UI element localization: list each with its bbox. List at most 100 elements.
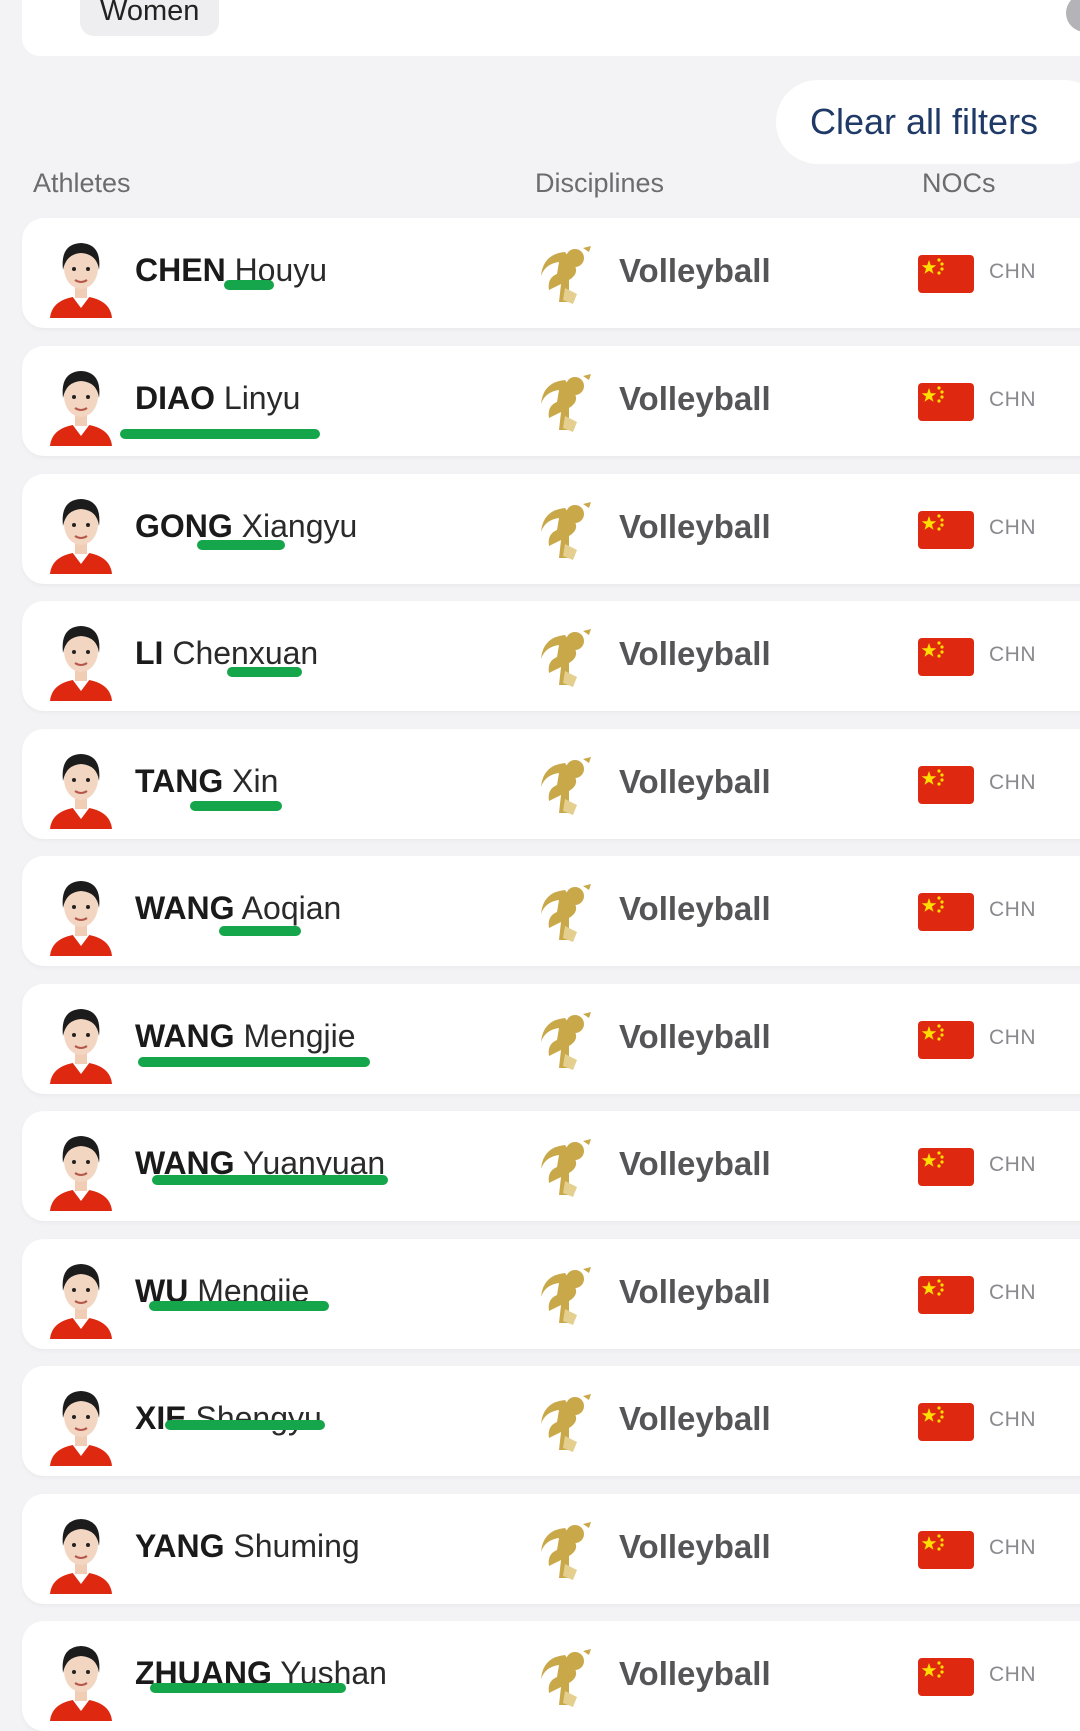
- noc-code: CHN: [989, 1026, 1036, 1049]
- discipline-label: Volleyball: [619, 508, 771, 545]
- noc-code: CHN: [989, 1536, 1036, 1559]
- athlete-surname: DIAO: [135, 380, 215, 416]
- athlete-given-name: Mengjie: [243, 1018, 356, 1054]
- noc-code: CHN: [989, 1281, 1036, 1304]
- china-flag-icon: [918, 893, 974, 931]
- volleyball-discipline-icon: [535, 1392, 595, 1456]
- athlete-row[interactable]: XIE Shengyu Volleyball CHN: [22, 1366, 1080, 1476]
- athlete-photo-avatar: [44, 1253, 118, 1339]
- athlete-name[interactable]: WANG Mengjie: [135, 1018, 356, 1055]
- athlete-name[interactable]: YANG Shuming: [135, 1528, 360, 1565]
- clear-all-filters-button[interactable]: Clear all filters: [776, 80, 1080, 164]
- athlete-surname: WANG: [135, 890, 235, 926]
- remove-filter-close-icon[interactable]: ✕: [1066, 0, 1080, 32]
- athlete-row[interactable]: GONG Xiangyu Volleyball CHN: [22, 474, 1080, 584]
- athlete-photo-avatar: [44, 998, 118, 1084]
- athlete-row[interactable]: DIAO Linyu Volleyball CHN: [22, 346, 1080, 456]
- athlete-surname: TANG: [135, 763, 224, 799]
- volleyball-discipline-icon: [535, 755, 595, 819]
- athlete-surname: GONG: [135, 508, 233, 544]
- column-header-athletes[interactable]: Athletes: [33, 168, 131, 199]
- athlete-photo-avatar: [44, 1635, 118, 1721]
- china-flag-icon: [918, 1021, 974, 1059]
- athlete-row[interactable]: LI Chenxuan Volleyball CHN: [22, 601, 1080, 711]
- green-underline-annotation: [190, 801, 282, 811]
- volleyball-discipline-icon: [535, 244, 595, 308]
- athlete-row[interactable]: WANG Yuanyuan Volleyball CHN: [22, 1111, 1080, 1221]
- discipline-label: Volleyball: [619, 1655, 771, 1692]
- athlete-row[interactable]: YANG Shuming Volleyball CHN: [22, 1494, 1080, 1604]
- athlete-photo-avatar: [44, 488, 118, 574]
- column-header-nocs[interactable]: NOCs: [922, 168, 996, 199]
- china-flag-icon: [918, 1148, 974, 1186]
- volleyball-discipline-icon: [535, 1647, 595, 1711]
- discipline-label: Volleyball: [619, 1400, 771, 1437]
- athlete-row[interactable]: WANG Mengjie Volleyball CHN: [22, 984, 1080, 1094]
- athlete-surname: WANG: [135, 1018, 235, 1054]
- athlete-surname: XIE: [135, 1400, 187, 1436]
- athlete-photo-avatar: [44, 360, 118, 446]
- athlete-photo-avatar: [44, 232, 118, 318]
- noc-code: CHN: [989, 516, 1036, 539]
- volleyball-discipline-icon: [535, 1010, 595, 1074]
- volleyball-discipline-icon: [535, 372, 595, 436]
- china-flag-icon: [918, 383, 974, 421]
- athlete-name[interactable]: WANG Aoqian: [135, 890, 341, 927]
- green-underline-annotation: [219, 926, 301, 936]
- green-underline-annotation: [227, 667, 302, 677]
- china-flag-icon: [918, 255, 974, 293]
- athlete-surname: CHEN: [135, 252, 226, 288]
- athlete-row[interactable]: CHEN Houyu Volleyball CHN: [22, 218, 1080, 328]
- china-flag-icon: [918, 1276, 974, 1314]
- discipline-label: Volleyball: [619, 635, 771, 672]
- athlete-given-name: Aoqian: [241, 890, 342, 926]
- athlete-name[interactable]: DIAO Linyu: [135, 380, 300, 417]
- china-flag-icon: [918, 1658, 974, 1696]
- athlete-given-name: Xin: [232, 763, 279, 799]
- volleyball-discipline-icon: [535, 627, 595, 691]
- discipline-label: Volleyball: [619, 252, 771, 289]
- athlete-row[interactable]: WANG Aoqian Volleyball CHN: [22, 856, 1080, 966]
- noc-code: CHN: [989, 643, 1036, 666]
- filter-chip-women[interactable]: Women: [80, 0, 220, 36]
- discipline-label: Volleyball: [619, 890, 771, 927]
- athlete-name[interactable]: XIE Shengyu: [135, 1400, 322, 1437]
- athlete-given-name: Chenxuan: [172, 635, 319, 671]
- green-underline-annotation: [197, 540, 285, 550]
- column-header-disciplines[interactable]: Disciplines: [535, 168, 664, 199]
- athlete-surname: LI: [135, 635, 164, 671]
- volleyball-discipline-icon: [535, 1137, 595, 1201]
- green-underline-annotation: [152, 1175, 388, 1185]
- noc-code: CHN: [989, 388, 1036, 411]
- china-flag-icon: [918, 766, 974, 804]
- athlete-name[interactable]: TANG Xin: [135, 763, 278, 800]
- athlete-given-name: Shuming: [233, 1528, 360, 1564]
- athlete-photo-avatar: [44, 1125, 118, 1211]
- noc-code: CHN: [989, 1408, 1036, 1431]
- athlete-photo-avatar: [44, 1508, 118, 1594]
- discipline-label: Volleyball: [619, 1273, 771, 1310]
- athlete-given-name: Xiangyu: [241, 508, 358, 544]
- green-underline-annotation: [150, 1683, 346, 1693]
- noc-code: CHN: [989, 898, 1036, 921]
- athlete-photo-avatar: [44, 1380, 118, 1466]
- athlete-row[interactable]: ZHUANG Yushan Volleyball CHN: [22, 1621, 1080, 1731]
- noc-code: CHN: [989, 1663, 1036, 1686]
- volleyball-discipline-icon: [535, 500, 595, 564]
- china-flag-icon: [918, 1403, 974, 1441]
- discipline-label: Volleyball: [619, 763, 771, 800]
- athlete-row[interactable]: TANG Xin Volleyball CHN: [22, 729, 1080, 839]
- filter-bar: Women ✕: [22, 0, 1080, 56]
- china-flag-icon: [918, 511, 974, 549]
- athlete-row[interactable]: WU Mengjie Volleyball CHN: [22, 1239, 1080, 1349]
- discipline-label: Volleyball: [619, 380, 771, 417]
- athlete-given-name: Shengyu: [195, 1400, 322, 1436]
- green-underline-annotation: [165, 1420, 325, 1430]
- green-underline-annotation: [120, 429, 320, 439]
- noc-code: CHN: [989, 1153, 1036, 1176]
- athlete-photo-avatar: [44, 870, 118, 956]
- discipline-label: Volleyball: [619, 1528, 771, 1565]
- noc-code: CHN: [989, 260, 1036, 283]
- noc-code: CHN: [989, 771, 1036, 794]
- athlete-photo-avatar: [44, 743, 118, 829]
